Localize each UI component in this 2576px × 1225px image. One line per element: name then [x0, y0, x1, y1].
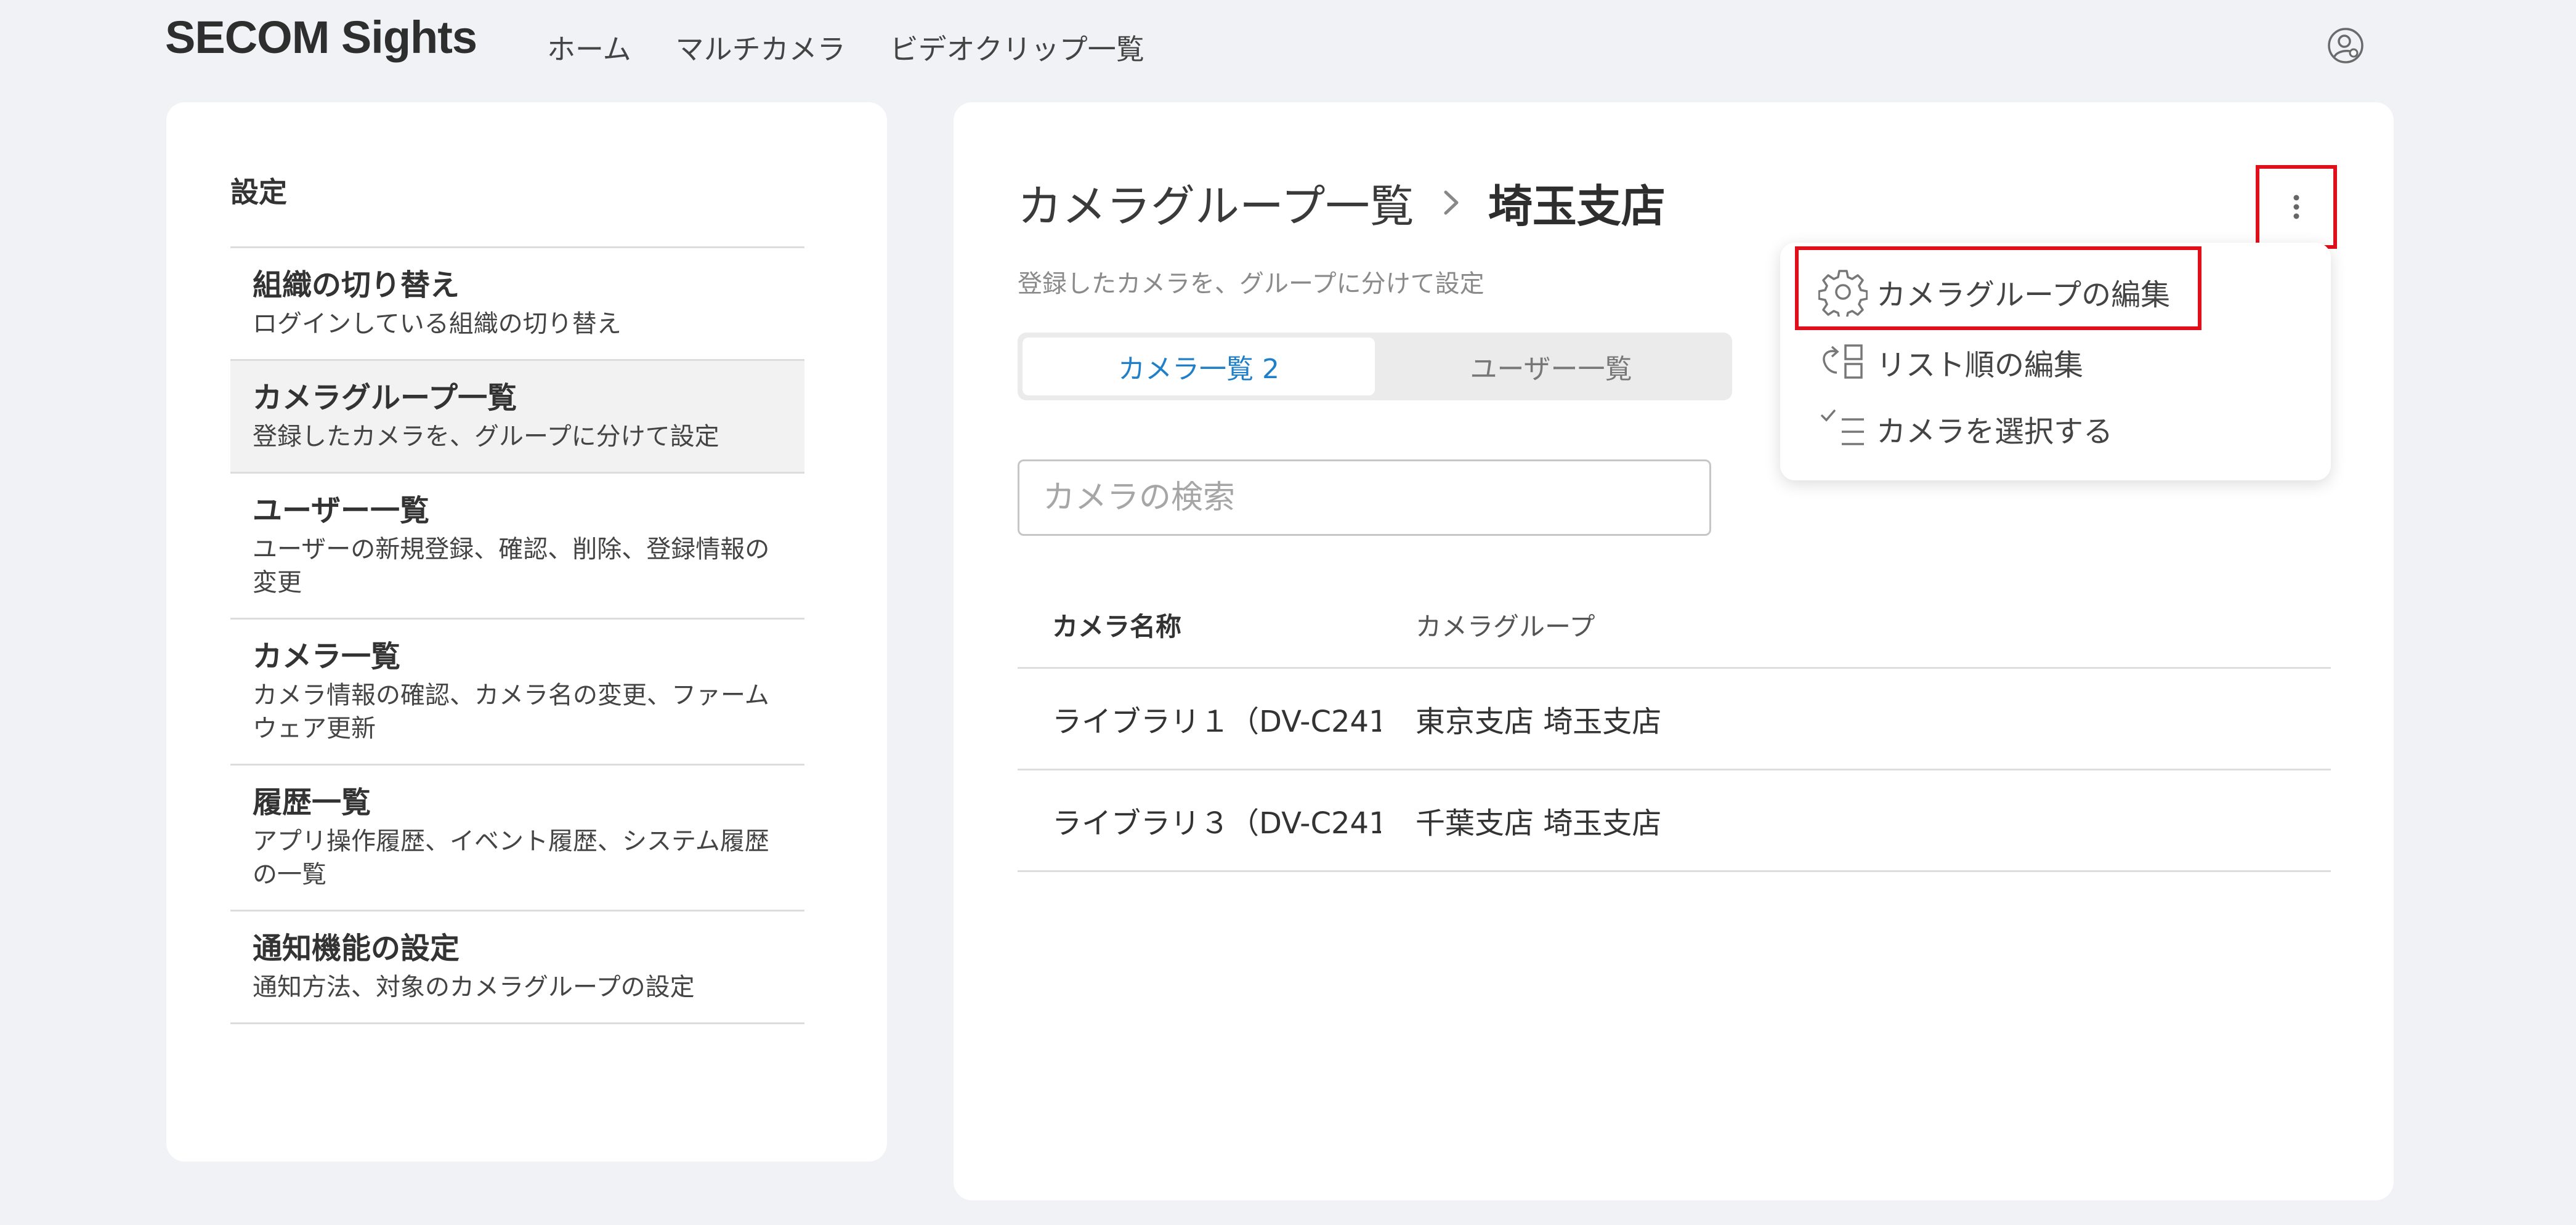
reorder-list-icon	[1816, 335, 1870, 389]
user-settings-icon[interactable]	[2326, 26, 2365, 65]
camera-group-cell: 千葉支店 埼玉支店	[1416, 806, 1662, 841]
table-row[interactable]: ライブラリ３（DV-C241 千葉支店 埼玉支店	[1018, 770, 2331, 872]
breadcrumb: カメラグループ一覧 埼玉支店	[1018, 170, 1666, 235]
sidebar-item-desc: カメラ情報の確認、カメラ名の変更、ファームウェア更新	[253, 681, 769, 743]
sidebar-item-users[interactable]: ユーザー一覧 ユーザーの新規登録、確認、削除、登録情報の変更	[230, 474, 804, 620]
more-options-menu: カメラグループの編集 リスト順の編集 カメラを選択する	[1780, 243, 2331, 480]
table-header: カメラ名称 カメラグループ	[1018, 583, 2331, 669]
sidebar-item-title: 組織の切り替え	[253, 268, 460, 302]
camera-name-cell: ライブラリ１（DV-C241	[1052, 705, 1381, 739]
more-options-button[interactable]	[2256, 165, 2337, 249]
checklist-icon	[1816, 402, 1870, 456]
menu-item-label: カメラを選択する	[1876, 414, 2113, 449]
sidebar-item-history[interactable]: 履歴一覧 アプリ操作履歴、イベント履歴、システム履歴の一覧	[230, 766, 804, 912]
tab-user-list[interactable]: ユーザー一覧	[1375, 338, 1727, 395]
sidebar-item-desc: 登録したカメラを、グループに分けて設定	[253, 422, 719, 451]
camera-search-input[interactable]	[1018, 459, 1711, 536]
camera-name-cell: ライブラリ３（DV-C241	[1052, 806, 1381, 841]
sidebar-item-cameras[interactable]: カメラ一覧 カメラ情報の確認、カメラ名の変更、ファームウェア更新	[230, 620, 804, 766]
nav-item-video-clips[interactable]: ビデオクリップ一覧	[890, 27, 1144, 68]
menu-item-label: リスト順の編集	[1876, 348, 2084, 382]
camera-table: カメラ名称 カメラグループ ライブラリ１（DV-C241 東京支店 埼玉支店 ラ…	[1018, 583, 2331, 872]
sidebar-item-notifications[interactable]: 通知機能の設定 通知方法、対象のカメラグループの設定	[230, 912, 804, 1024]
gear-icon	[1816, 265, 1870, 319]
sidebar-item-desc: 通知方法、対象のカメラグループの設定	[253, 973, 695, 1001]
sidebar-item-desc: アプリ操作履歴、イベント履歴、システム履歴の一覧	[253, 827, 769, 889]
menu-item-select-cameras[interactable]: カメラを選択する	[1816, 402, 2113, 456]
sidebar-item-title: カメラ一覧	[253, 639, 401, 674]
sidebar-item-title: カメラグループ一覧	[253, 381, 517, 415]
sidebar-item-switch-organization[interactable]: 組織の切り替え ログインしている組織の切り替え	[230, 248, 804, 361]
tab-bar: カメラ一覧 2 ユーザー一覧	[1018, 333, 1732, 400]
sidebar-item-title: ユーザー一覧	[253, 493, 430, 528]
sidebar-item-desc: ログインしている組織の切り替え	[253, 310, 622, 338]
sidebar-item-title: 履歴一覧	[253, 785, 371, 820]
column-header-camera-name[interactable]: カメラ名称	[1018, 606, 1416, 644]
nav-item-home[interactable]: ホーム	[547, 27, 631, 68]
table-row[interactable]: ライブラリ１（DV-C241 東京支店 埼玉支店	[1018, 669, 2331, 770]
sidebar-item-desc: ユーザーの新規登録、確認、削除、登録情報の変更	[253, 535, 770, 597]
page-subtitle: 登録したカメラを、グループに分けて設定	[1018, 270, 1484, 298]
main-nav: ホーム マルチカメラ ビデオクリップ一覧	[547, 27, 1144, 68]
column-header-camera-group: カメラグループ	[1416, 612, 1595, 642]
top-bar: SECOM Sights ホーム マルチカメラ ビデオクリップ一覧	[0, 0, 2576, 92]
settings-sidebar: 設定 組織の切り替え ログインしている組織の切り替え カメラグループ一覧 登録し…	[166, 102, 887, 1162]
app-logo[interactable]: SECOM Sights	[165, 11, 477, 63]
menu-item-label: カメラグループの編集	[1876, 278, 2171, 312]
menu-item-edit-camera-group[interactable]: カメラグループの編集	[1816, 265, 2170, 319]
menu-item-edit-list-order[interactable]: リスト順の編集	[1816, 335, 2083, 389]
camera-group-cell: 東京支店 埼玉支店	[1416, 705, 1662, 739]
sidebar-heading: 設定	[230, 176, 287, 209]
vertical-dots-icon	[2293, 195, 2299, 219]
sidebar-item-camera-groups[interactable]: カメラグループ一覧 登録したカメラを、グループに分けて設定	[230, 361, 804, 474]
nav-item-multi-camera[interactable]: マルチカメラ	[676, 27, 846, 68]
sidebar-list: 組織の切り替え ログインしている組織の切り替え カメラグループ一覧 登録したカメ…	[230, 246, 804, 1024]
tab-camera-list[interactable]: カメラ一覧 2	[1023, 338, 1375, 395]
breadcrumb-parent-link[interactable]: カメラグループ一覧	[1018, 170, 1414, 235]
sidebar-item-title: 通知機能の設定	[253, 931, 460, 966]
chevron-right-icon	[1427, 180, 1476, 225]
page-title: 埼玉支店	[1488, 180, 1666, 232]
